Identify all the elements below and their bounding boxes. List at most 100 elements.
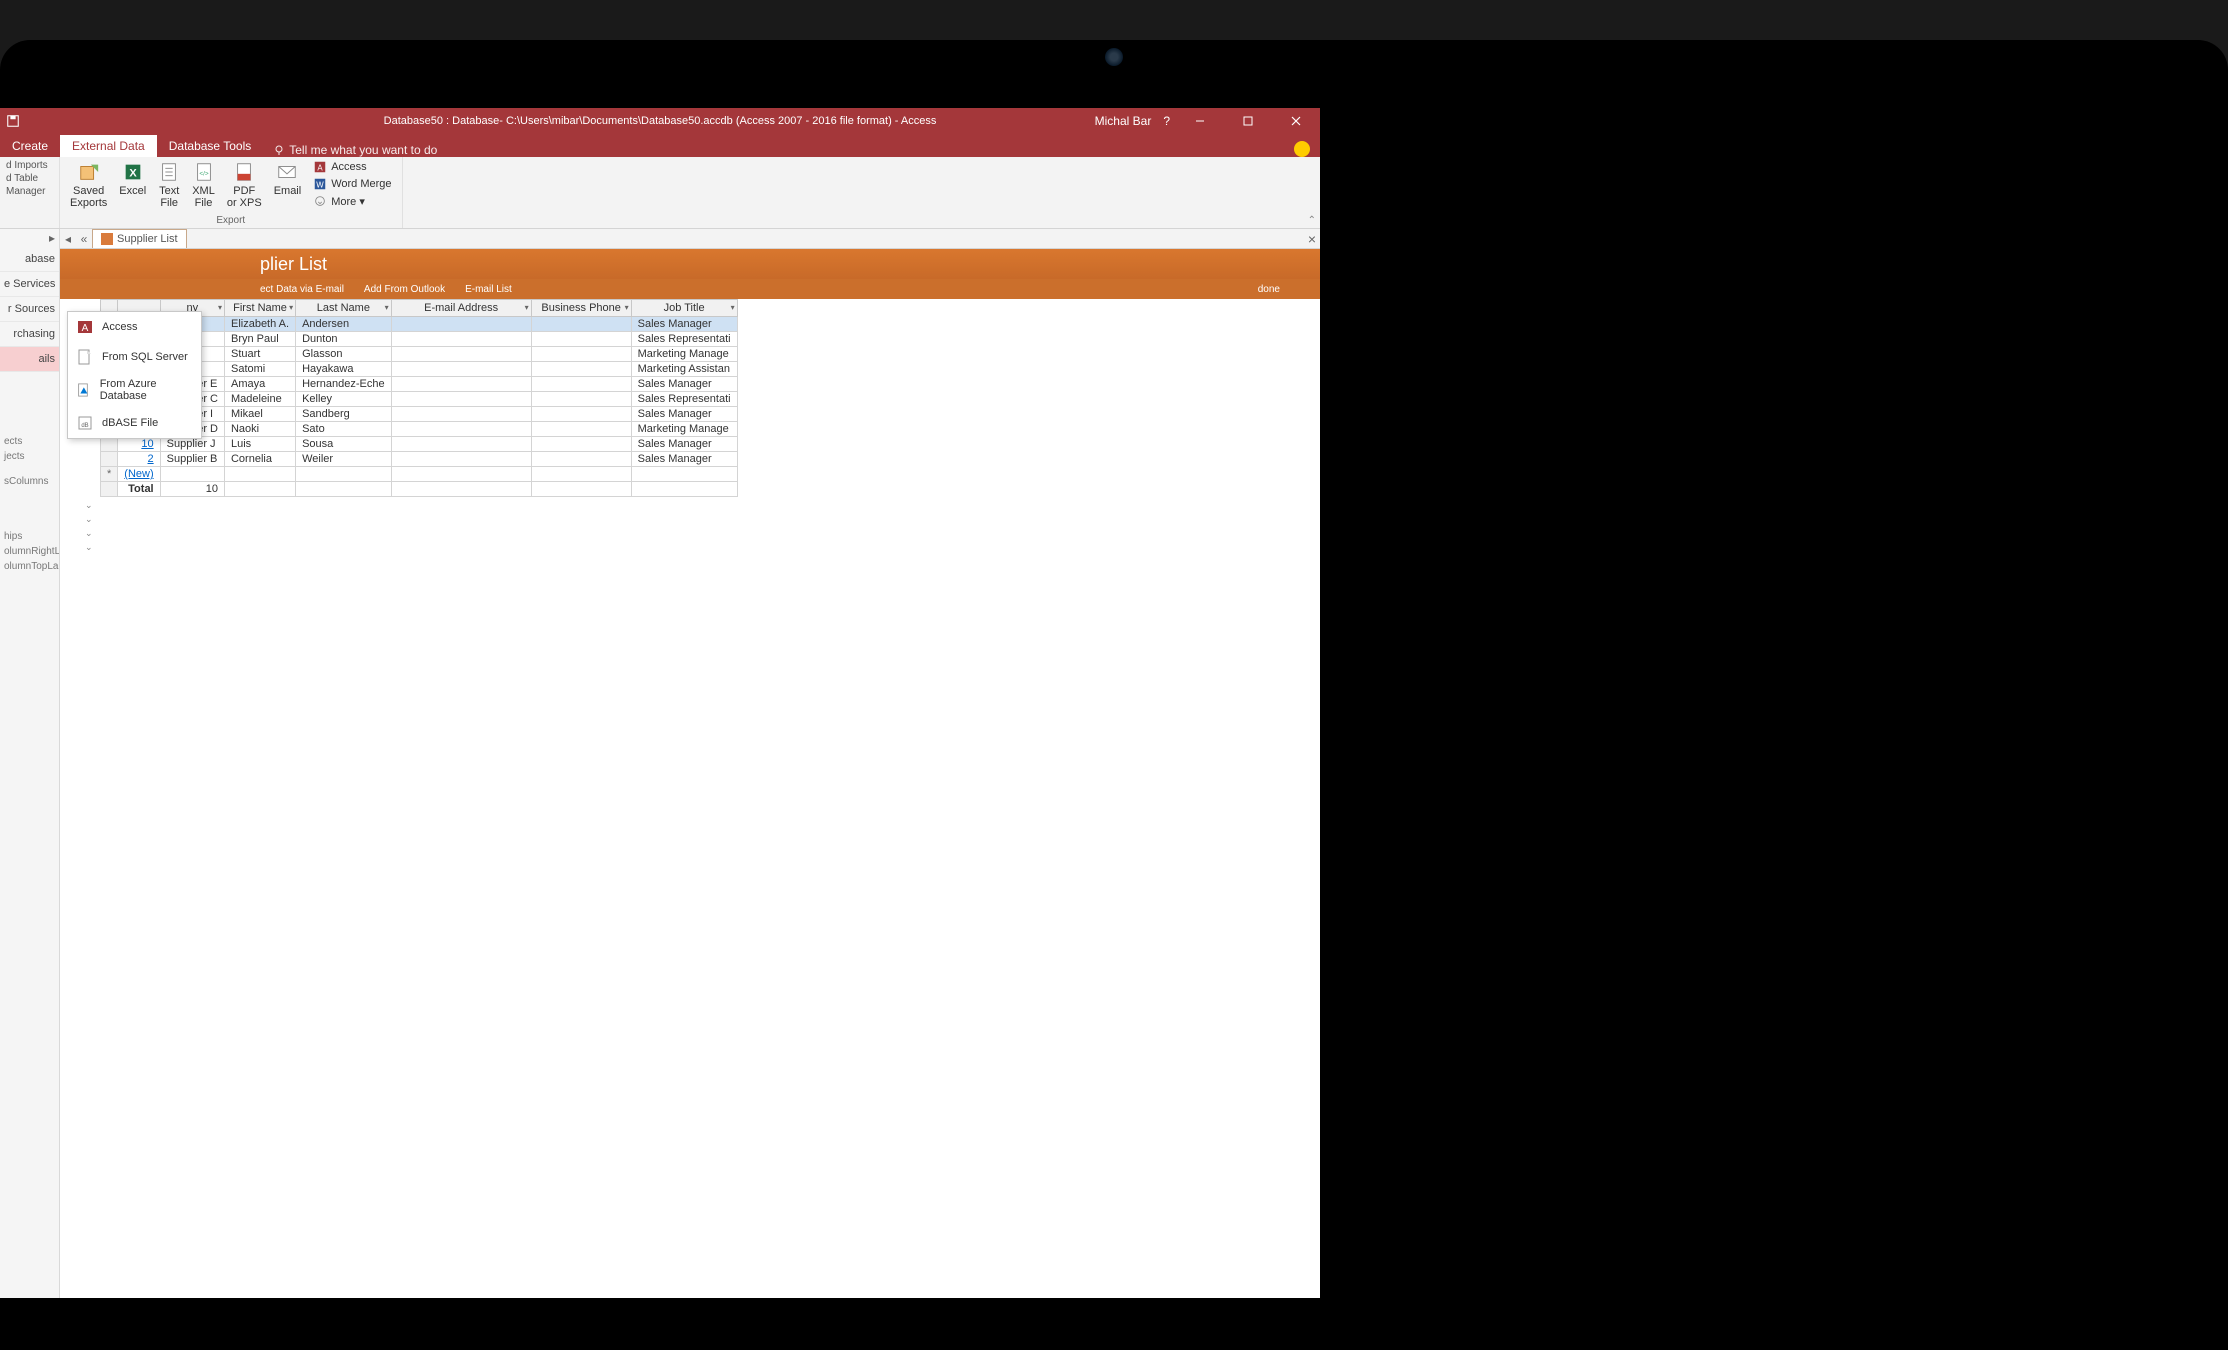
cell-job-title[interactable]: Sales Manager [631, 437, 737, 452]
xml-file-button[interactable]: </>XML File [188, 159, 219, 211]
col-job-title[interactable]: Job Title▾ [631, 300, 737, 317]
cell-last-name[interactable]: Andersen [296, 317, 392, 332]
tab-nav-back-icon[interactable]: ◂ [60, 232, 76, 246]
cell-phone[interactable] [531, 407, 631, 422]
cell-job-title[interactable]: Sales Representati [631, 332, 737, 347]
close-button[interactable] [1278, 108, 1314, 133]
collect-data-link[interactable]: ect Data via E-mail [260, 284, 344, 295]
text-file-button[interactable]: Text File [154, 159, 184, 211]
cell-first-name[interactable]: Amaya [224, 377, 295, 392]
cell-phone[interactable] [531, 317, 631, 332]
menu-item-azure[interactable]: From Azure Database [68, 372, 201, 408]
cell-email[interactable] [391, 317, 531, 332]
cell-first-name[interactable]: Elizabeth A. [224, 317, 295, 332]
word-merge-button[interactable]: WWord Merge [309, 176, 395, 192]
menu-item-access[interactable]: A Access [68, 312, 201, 342]
cell-company[interactable]: Supplier B [160, 452, 224, 467]
cell-job-title[interactable]: Sales Representati [631, 392, 737, 407]
nav-category[interactable]: abase [0, 247, 59, 272]
cell-phone[interactable] [531, 452, 631, 467]
col-first-name[interactable]: First Name▾ [224, 300, 295, 317]
cell-phone[interactable] [531, 392, 631, 407]
new-row[interactable]: *(New) [101, 467, 738, 482]
minimize-button[interactable] [1182, 108, 1218, 133]
close-tab-icon[interactable]: × [1308, 231, 1316, 247]
email-list-link[interactable]: E-mail List [465, 284, 512, 295]
save-icon[interactable] [6, 114, 20, 128]
cell-last-name[interactable]: Kelley [296, 392, 392, 407]
done-link[interactable]: done [1258, 284, 1280, 295]
cell-first-name[interactable]: Bryn Paul [224, 332, 295, 347]
cell-first-name[interactable]: Stuart [224, 347, 295, 362]
tab-create[interactable]: Create [0, 135, 60, 157]
help-icon[interactable]: ? [1163, 114, 1170, 128]
cell-email[interactable] [391, 422, 531, 437]
saved-imports-button[interactable]: d Imports [6, 159, 53, 172]
cell-phone[interactable] [531, 377, 631, 392]
cell-first-name[interactable]: Naoki [224, 422, 295, 437]
access-export-button[interactable]: AAccess [309, 159, 395, 175]
cell-email[interactable] [391, 332, 531, 347]
nav-category[interactable]: r Sources [0, 297, 59, 322]
cell-first-name[interactable]: Luis [224, 437, 295, 452]
linked-table-manager-button[interactable]: d Table Manager [6, 172, 53, 198]
collapse-ribbon-icon[interactable]: ⌃ [1308, 215, 1316, 226]
pdf-xps-button[interactable]: PDF or XPS [223, 159, 266, 211]
col-last-name[interactable]: Last Name▾ [296, 300, 392, 317]
col-email[interactable]: E-mail Address▾ [391, 300, 531, 317]
tab-database-tools[interactable]: Database Tools [157, 135, 264, 157]
cell-last-name[interactable]: Sousa [296, 437, 392, 452]
cell-phone[interactable] [531, 332, 631, 347]
nav-category[interactable]: e Services [0, 272, 59, 297]
cell-email[interactable] [391, 377, 531, 392]
cell-last-name[interactable]: Sato [296, 422, 392, 437]
cell-last-name[interactable]: Sandberg [296, 407, 392, 422]
cell-id[interactable]: 2 [118, 452, 160, 467]
more-export-button[interactable]: More ▾ [309, 193, 395, 209]
cell-last-name[interactable]: Hayakawa [296, 362, 392, 377]
document-tab[interactable]: Supplier List [92, 229, 187, 248]
cell-email[interactable] [391, 362, 531, 377]
user-name[interactable]: Michal Bar [1095, 114, 1152, 128]
col-phone[interactable]: Business Phone▾ [531, 300, 631, 317]
nav-dropdown-icon[interactable]: ▸ [0, 229, 59, 247]
cell-last-name[interactable]: Weiler [296, 452, 392, 467]
cell-job-title[interactable]: Marketing Assistan [631, 362, 737, 377]
nav-category[interactable]: ails [0, 347, 59, 372]
cell-job-title[interactable]: Sales Manager [631, 407, 737, 422]
cell-last-name[interactable]: Glasson [296, 347, 392, 362]
excel-button[interactable]: XExcel [115, 159, 150, 199]
cell-phone[interactable] [531, 362, 631, 377]
tab-nav-fwd-icon[interactable]: « [76, 232, 92, 246]
cell-phone[interactable] [531, 437, 631, 452]
cell-job-title[interactable]: Marketing Manage [631, 347, 737, 362]
add-from-outlook-link[interactable]: Add From Outlook [364, 284, 445, 295]
feedback-icon[interactable] [1294, 141, 1310, 157]
cell-email[interactable] [391, 437, 531, 452]
cell-job-title[interactable]: Sales Manager [631, 317, 737, 332]
cell-first-name[interactable]: Satomi [224, 362, 295, 377]
email-button[interactable]: Email [270, 159, 306, 199]
nav-category[interactable]: rchasing [0, 322, 59, 347]
cell-phone[interactable] [531, 422, 631, 437]
cell-first-name[interactable]: Mikael [224, 407, 295, 422]
cell-email[interactable] [391, 347, 531, 362]
cell-phone[interactable] [531, 347, 631, 362]
cell-first-name[interactable]: Cornelia [224, 452, 295, 467]
cell-job-title[interactable]: Marketing Manage [631, 422, 737, 437]
table-row[interactable]: 2Supplier BCorneliaWeiler Sales Manager [101, 452, 738, 467]
cell-email[interactable] [391, 392, 531, 407]
row-selector[interactable] [101, 452, 118, 467]
menu-item-sql-server[interactable]: From SQL Server [68, 342, 201, 372]
cell-email[interactable] [391, 407, 531, 422]
tell-me-search[interactable]: Tell me what you want to do [263, 143, 447, 157]
cell-job-title[interactable]: Sales Manager [631, 452, 737, 467]
cell-last-name[interactable]: Hernandez-Eche [296, 377, 392, 392]
cell-job-title[interactable]: Sales Manager [631, 377, 737, 392]
navigation-pane[interactable]: ▸ abase e Services r Sources rchasing ai… [0, 229, 60, 1298]
maximize-button[interactable] [1230, 108, 1266, 133]
cell-first-name[interactable]: Madeleine [224, 392, 295, 407]
cell-email[interactable] [391, 452, 531, 467]
cell-last-name[interactable]: Dunton [296, 332, 392, 347]
tab-external-data[interactable]: External Data [60, 135, 157, 157]
